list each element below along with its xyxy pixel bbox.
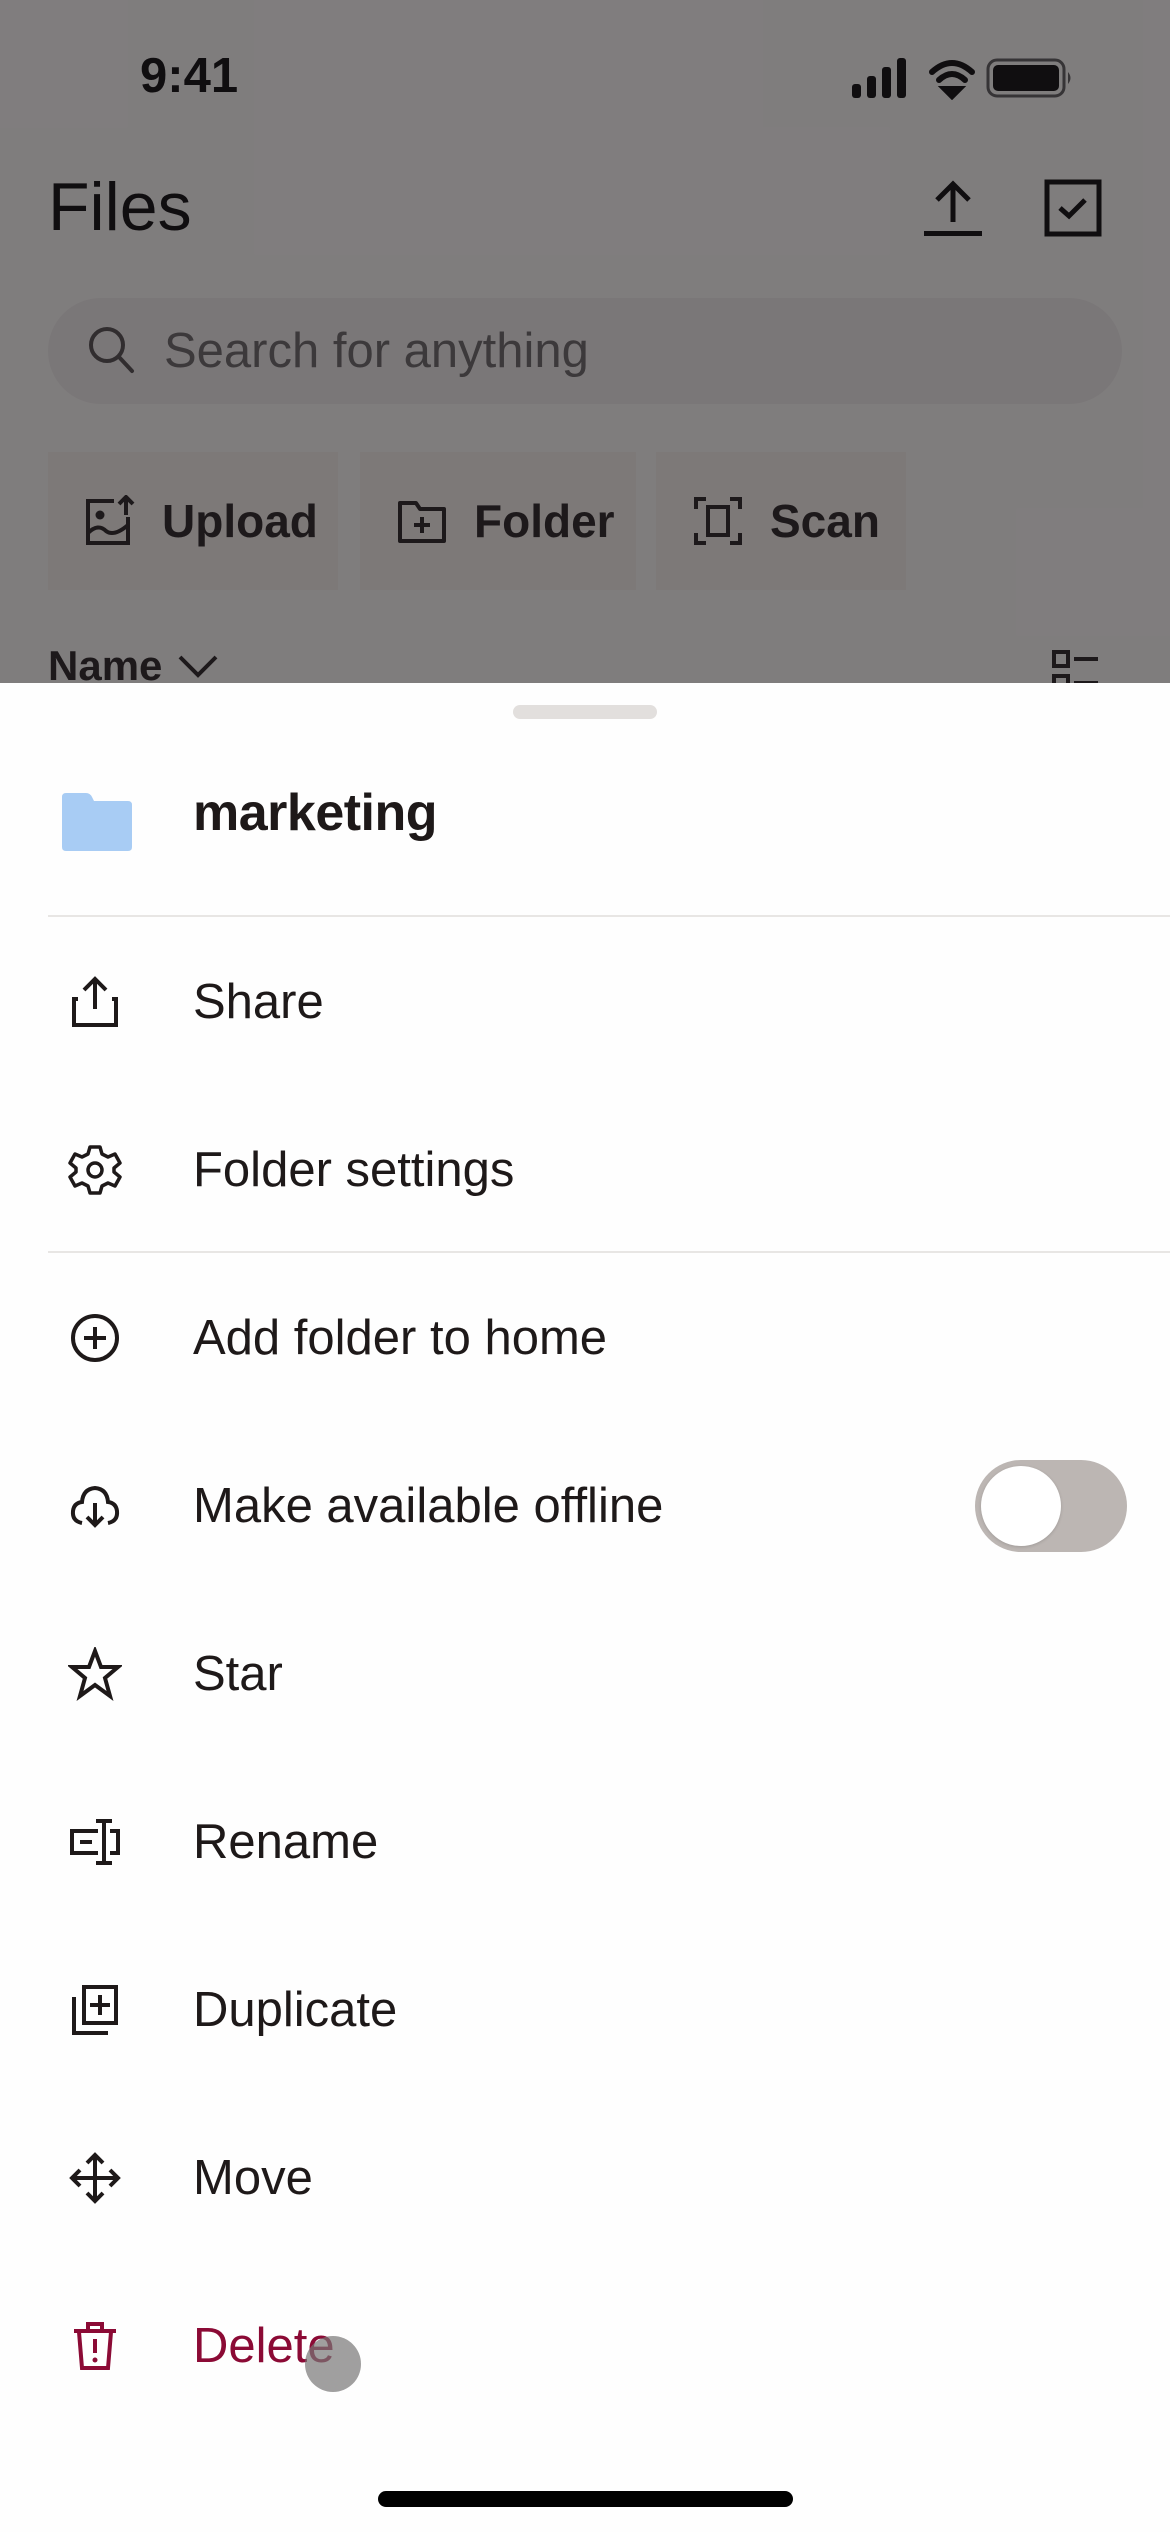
folder-icon <box>62 793 132 851</box>
menu-item-rename[interactable]: Rename <box>0 1758 1170 1926</box>
share-icon <box>72 976 118 1027</box>
menu-item-star[interactable]: Star <box>0 1590 1170 1758</box>
cloud-download-icon <box>70 1485 120 1528</box>
sheet-drag-handle[interactable] <box>513 705 657 719</box>
move-icon <box>69 2152 121 2204</box>
rename-icon <box>70 1819 120 1865</box>
menu-label: Move <box>193 2151 313 2205</box>
menu-item-share[interactable]: Share <box>0 918 1170 1086</box>
trash-icon <box>74 2322 116 2370</box>
menu-label: Star <box>193 1647 283 1701</box>
toggle-knob <box>981 1466 1061 1546</box>
menu-label: Share <box>193 975 324 1029</box>
menu-item-add-to-home[interactable]: Add folder to home <box>0 1254 1170 1422</box>
menu-label: Make available offline <box>193 1479 664 1533</box>
star-icon <box>68 1647 122 1701</box>
menu-item-offline[interactable]: Make available offline <box>0 1422 1170 1590</box>
offline-toggle[interactable] <box>975 1460 1127 1552</box>
home-indicator[interactable] <box>378 2491 793 2507</box>
touch-indicator <box>305 2336 361 2392</box>
menu-item-delete[interactable]: Delete <box>0 2262 1170 2430</box>
divider <box>48 915 1170 917</box>
divider <box>48 1251 1170 1253</box>
gear-icon <box>68 1145 122 1195</box>
duplicate-icon <box>72 1985 118 2035</box>
folder-name: marketing <box>193 784 438 842</box>
menu-label: Rename <box>193 1815 379 1869</box>
add-circle-icon <box>71 1314 119 1362</box>
menu-label: Duplicate <box>193 1983 398 2037</box>
menu-item-folder-settings[interactable]: Folder settings <box>0 1086 1170 1254</box>
menu-item-duplicate[interactable]: Duplicate <box>0 1926 1170 2094</box>
menu-label: Folder settings <box>193 1143 515 1197</box>
menu-label: Add folder to home <box>193 1311 608 1365</box>
menu-item-move[interactable]: Move <box>0 2094 1170 2262</box>
sheet-header: marketing <box>0 743 1170 916</box>
folder-actions-sheet: marketing Share Folder settings Add fold… <box>0 683 1170 2532</box>
